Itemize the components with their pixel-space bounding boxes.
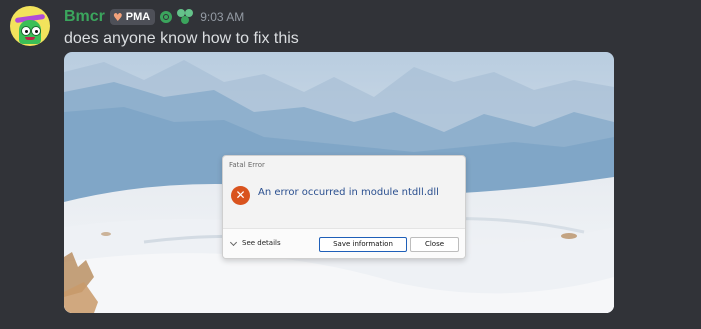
message-timestamp[interactable]: 9:03 AM: [200, 10, 244, 24]
dialog-footer: See details Save information Close: [223, 228, 465, 258]
message-text: does anyone know how to fix this: [64, 30, 299, 47]
see-details-toggle[interactable]: See details: [229, 238, 281, 247]
image-attachment[interactable]: Fatal Error ✕ An error occurred in modul…: [64, 52, 614, 313]
close-button[interactable]: Close: [410, 237, 459, 252]
badge-ring-icon[interactable]: [160, 11, 173, 23]
avatar-eye-right: [31, 26, 41, 36]
fatal-error-dialog[interactable]: Fatal Error ✕ An error occurred in modul…: [222, 155, 466, 259]
username[interactable]: Bmcr: [64, 8, 105, 26]
server-tag[interactable]: ♥ PMA: [109, 9, 156, 25]
user-avatar[interactable]: [10, 6, 50, 46]
see-details-label: See details: [242, 239, 281, 247]
chevron-down-icon: [229, 238, 238, 246]
avatar-eye-left: [21, 26, 31, 36]
message-header: Bmcr ♥ PMA 9:03 AM: [64, 7, 244, 27]
save-information-button[interactable]: Save information: [319, 237, 407, 252]
avatar-mouth: [25, 37, 35, 40]
heart-icon: ♥: [112, 10, 123, 24]
server-tag-label: PMA: [125, 11, 151, 23]
dialog-title: Fatal Error: [229, 161, 265, 169]
clover-badge-icon[interactable]: [177, 9, 194, 25]
error-x-icon: ✕: [231, 186, 250, 205]
error-message: An error occurred in module ntdll.dll: [258, 187, 439, 198]
